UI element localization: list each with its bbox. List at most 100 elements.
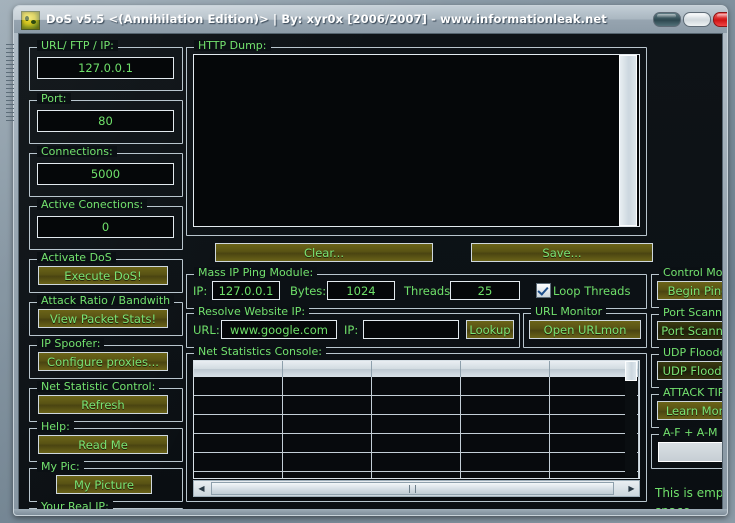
window-gripper xyxy=(5,40,15,145)
maximize-button[interactable] xyxy=(683,12,711,27)
group-connections-caption: Connections: xyxy=(37,146,117,157)
http-dump-scrollbar[interactable] xyxy=(619,55,637,226)
group-port-caption: Port: xyxy=(37,93,71,104)
table-cell xyxy=(194,377,283,395)
ping-threads-input[interactable]: 25 xyxy=(450,281,520,300)
af-am-input[interactable] xyxy=(658,442,722,462)
group-ip-spoofer: IP Spoofer: Configure proxies... xyxy=(29,338,183,379)
hscroll-thumb[interactable] xyxy=(211,482,614,495)
table-row[interactable] xyxy=(194,377,639,396)
table-row[interactable] xyxy=(194,434,639,453)
table-column-header[interactable] xyxy=(461,361,550,377)
view-packet-stats-button[interactable]: View Packet Stats! xyxy=(38,309,168,328)
table-cell xyxy=(283,396,372,414)
group-mass-ip-ping-caption: Mass IP Ping Module: xyxy=(194,267,318,278)
group-port: Port: 80 xyxy=(29,93,183,144)
group-control-module: Control Module: Begin Ping xyxy=(651,267,722,308)
minimize-button[interactable] xyxy=(653,12,681,27)
lookup-button[interactable]: Lookup xyxy=(466,320,514,339)
group-attack-ratio-caption: Attack Ratio / Bandwith xyxy=(37,295,175,306)
table-cell xyxy=(461,415,550,433)
port-input[interactable]: 80 xyxy=(37,110,174,132)
table-row[interactable] xyxy=(194,415,639,434)
group-net-statistic-control-caption: Net Statistic Control: xyxy=(37,381,160,392)
window-title: DoS v5.5 <(Annihilation Edition)> | By: … xyxy=(46,12,607,26)
group-active-connections-caption: Active Conections: xyxy=(37,199,148,210)
refresh-button[interactable]: Refresh xyxy=(38,395,168,414)
group-resolve-website-ip: Resolve Website IP: URL: www.google.com … xyxy=(186,306,520,348)
group-port-scanner: Port Scanner: Port Scanner xyxy=(651,307,722,348)
udp-flooder-button[interactable]: UDP Flooder xyxy=(657,361,722,380)
group-url-ftp-ip: URL/ FTP / IP: 127.0.0.1 xyxy=(29,40,183,91)
table-cell xyxy=(283,415,372,433)
learn-more-button[interactable]: Learn More xyxy=(657,401,722,420)
connections-input[interactable]: 5000 xyxy=(37,163,174,185)
ping-bytes-label: Bytes: xyxy=(290,284,327,298)
group-connections: Connections: 5000 xyxy=(29,146,183,197)
table-cell xyxy=(283,434,372,452)
url-input[interactable]: 127.0.0.1 xyxy=(37,57,174,79)
table-cell xyxy=(194,415,283,433)
clear-button[interactable]: Clear... xyxy=(215,243,433,262)
begin-ping-button[interactable]: Begin Ping xyxy=(657,281,722,300)
execute-dos-button[interactable]: Execute DoS! xyxy=(38,266,168,285)
resolve-ip-display xyxy=(363,320,459,339)
group-activate-dos-caption: Activate DoS xyxy=(37,252,116,263)
app-skull-icon xyxy=(21,11,40,30)
port-scanner-button[interactable]: Port Scanner xyxy=(657,321,722,340)
console-horizontal-scrollbar[interactable]: ◀ ▶ xyxy=(193,480,640,497)
open-urlmon-button[interactable]: Open URLmon xyxy=(529,320,641,339)
table-cell xyxy=(461,377,550,395)
group-udp-flooder: UDP Flooder UDP Flooder xyxy=(651,347,722,388)
table-column-header[interactable] xyxy=(283,361,372,377)
http-dump-textarea[interactable] xyxy=(193,54,640,227)
table-column-header[interactable] xyxy=(372,361,461,377)
save-button[interactable]: Save... xyxy=(471,243,653,262)
table-cell xyxy=(372,434,461,452)
table-row[interactable] xyxy=(194,472,639,478)
ping-ip-input[interactable]: 127.0.0.1 xyxy=(212,281,280,300)
group-net-statistics-console: Net Statistics Console: ◀ ▶ xyxy=(186,346,647,502)
resolve-url-label: URL: xyxy=(193,323,220,337)
table-cell xyxy=(194,434,283,452)
group-udp-flooder-caption: UDP Flooder xyxy=(659,347,722,358)
ping-bytes-input[interactable]: 1024 xyxy=(327,281,395,300)
group-af-am: A-F + A-M xyxy=(651,427,722,469)
resolve-ip-label: IP: xyxy=(344,323,359,337)
close-button[interactable] xyxy=(713,12,727,27)
table-cell xyxy=(461,472,550,478)
table-cell xyxy=(194,453,283,471)
table-row[interactable] xyxy=(194,396,639,415)
read-me-button[interactable]: Read Me xyxy=(38,435,168,454)
table-cell xyxy=(194,472,283,478)
my-picture-button[interactable]: My Picture xyxy=(56,475,152,494)
console-vertical-scrollbar[interactable] xyxy=(625,361,637,476)
loop-threads-checkbox[interactable] xyxy=(536,283,551,298)
group-activate-dos: Activate DoS Execute DoS! xyxy=(29,252,183,293)
group-url-caption: URL/ FTP / IP: xyxy=(37,40,118,51)
application-window: DoS v5.5 <(Annihilation Edition)> | By: … xyxy=(6,5,728,516)
net-statistics-table[interactable] xyxy=(193,360,640,479)
hscroll-track[interactable] xyxy=(209,481,624,496)
scroll-left-arrow-icon[interactable]: ◀ xyxy=(194,481,209,496)
group-active-connections: Active Conections: 0 xyxy=(29,199,183,250)
group-ip-spoofer-caption: IP Spoofer: xyxy=(37,338,105,349)
group-control-module-caption: Control Module: xyxy=(659,267,722,278)
group-port-scanner-caption: Port Scanner: xyxy=(659,307,722,318)
active-connections-display: 0 xyxy=(37,216,174,238)
resolve-url-input[interactable]: www.google.com xyxy=(221,320,337,339)
configure-proxies-button[interactable]: Configure proxies... xyxy=(38,352,168,371)
console-vscroll-thumb[interactable] xyxy=(625,361,637,381)
table-row[interactable] xyxy=(194,453,639,472)
table-cell xyxy=(283,472,372,478)
table-column-header[interactable] xyxy=(194,361,283,377)
table-cell xyxy=(461,396,550,414)
title-bar[interactable]: DoS v5.5 <(Annihilation Edition)> | By: … xyxy=(14,6,727,33)
table-cell xyxy=(372,415,461,433)
group-my-pic-caption: My Pic: xyxy=(37,461,84,472)
table-cell xyxy=(283,453,372,471)
table-cell xyxy=(283,377,372,395)
http-dump-scroll-thumb[interactable] xyxy=(619,55,637,226)
group-http-dump-caption: HTTP Dump: xyxy=(194,40,271,51)
scroll-right-arrow-icon[interactable]: ▶ xyxy=(624,481,639,496)
